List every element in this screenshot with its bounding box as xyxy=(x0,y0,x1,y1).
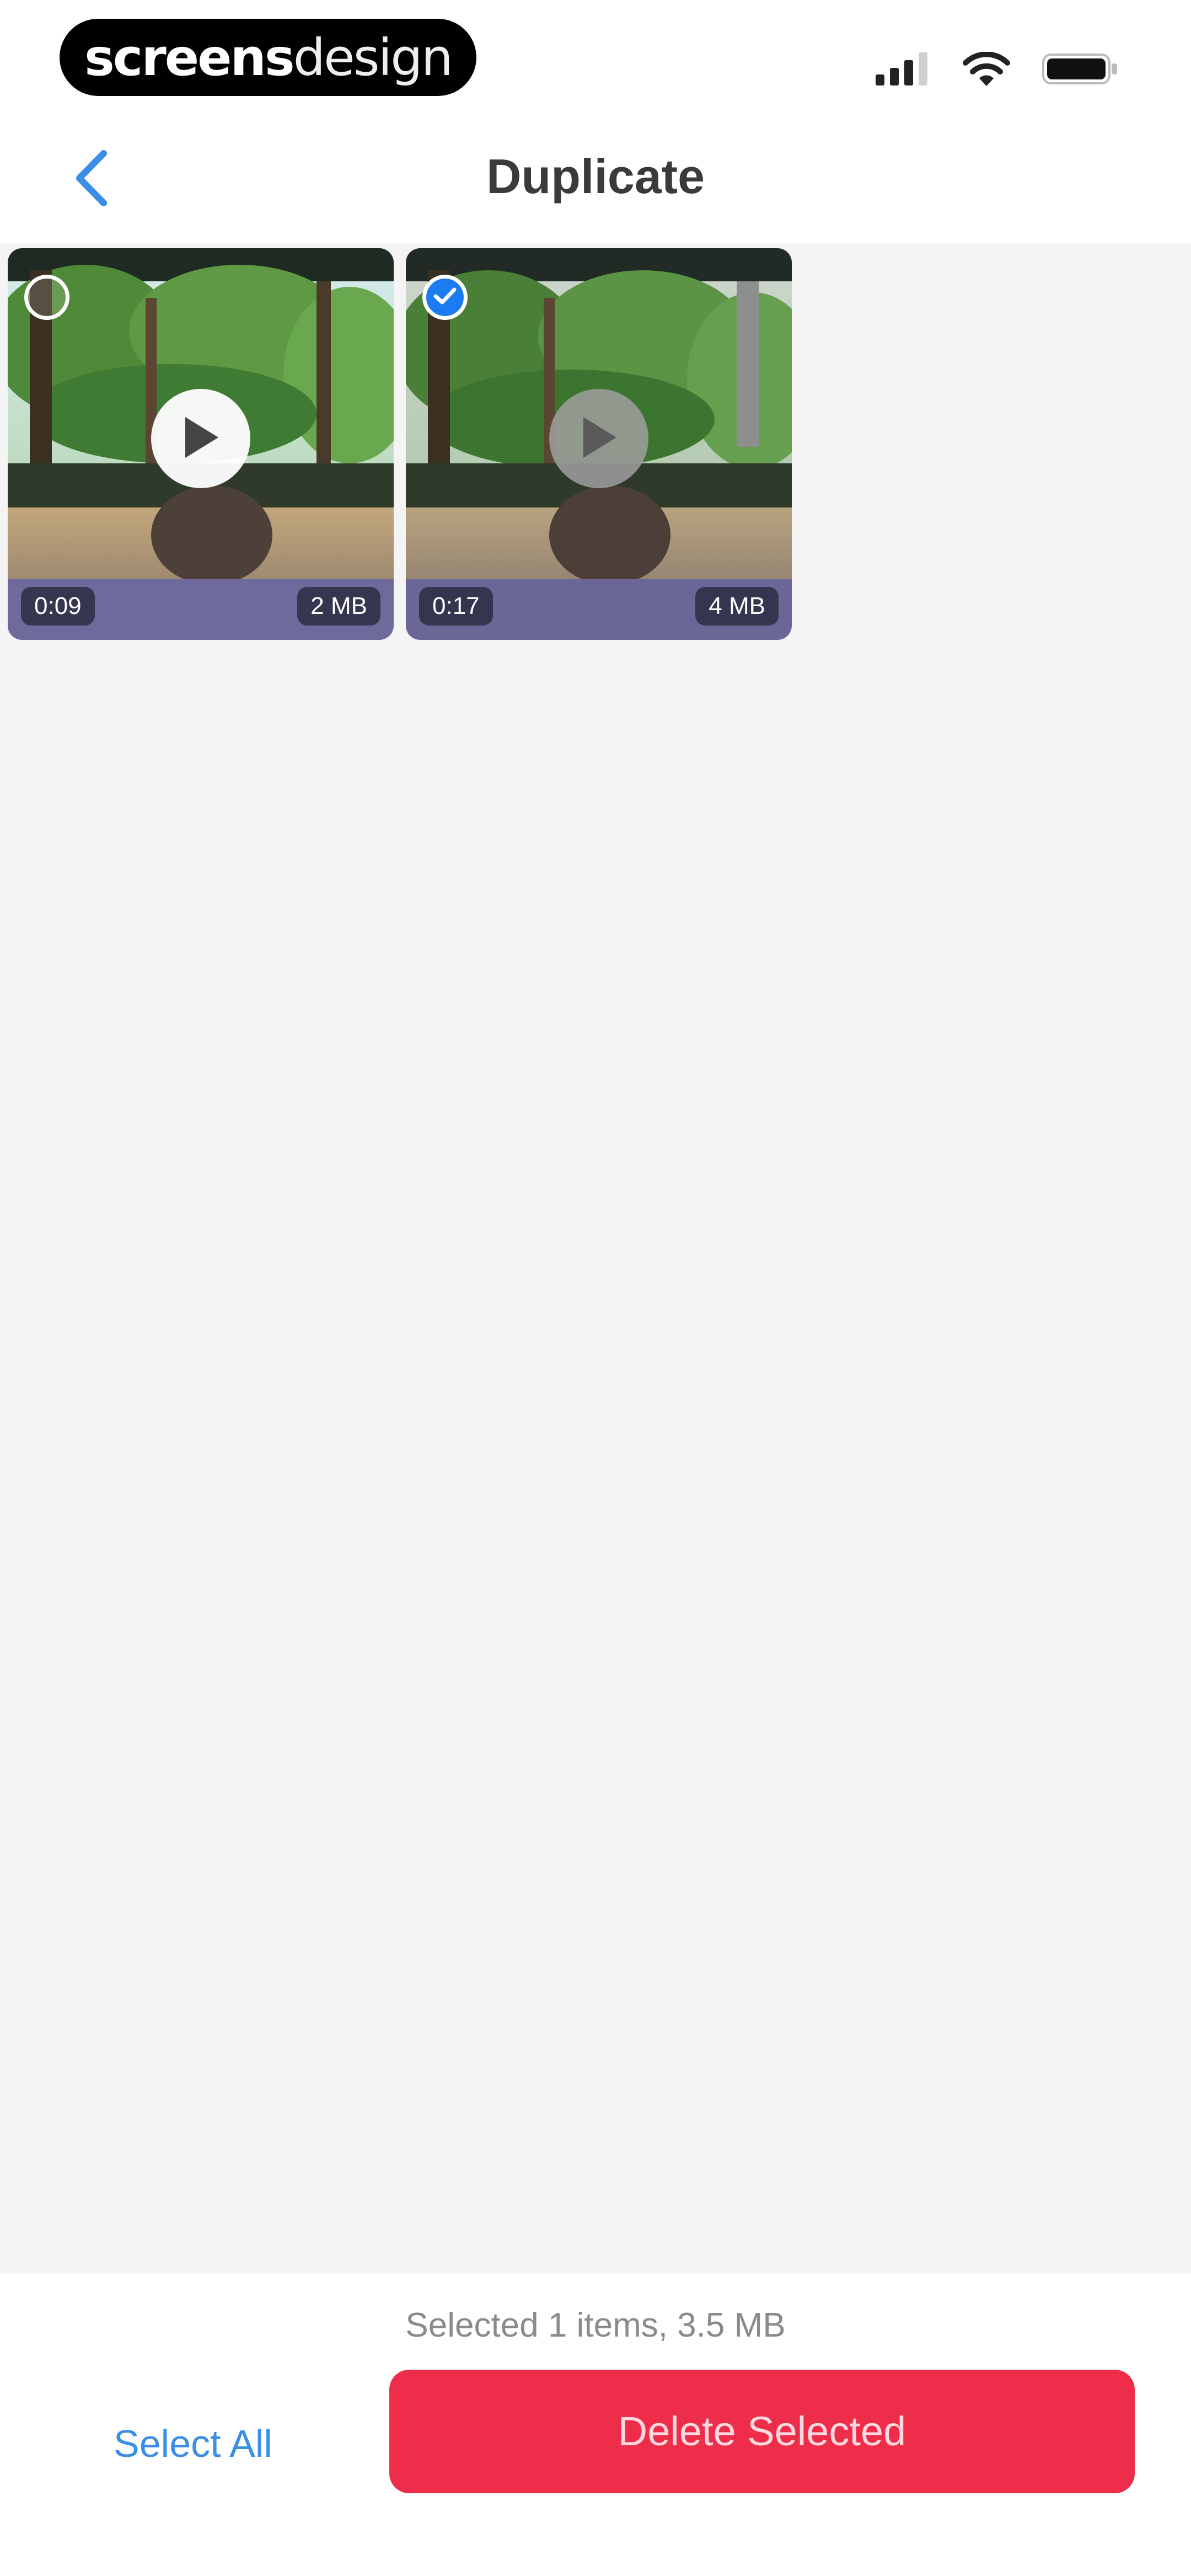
battery-icon xyxy=(1042,52,1119,85)
duplicate-grid-area: 0:09 2 MB 0:17 4 MB xyxy=(0,243,1191,2273)
play-icon xyxy=(179,414,223,464)
play-icon xyxy=(577,414,621,464)
wifi-icon xyxy=(963,52,1010,86)
status-bar: screensdesign xyxy=(0,0,1191,127)
select-checkbox[interactable] xyxy=(24,275,69,320)
select-checkbox-checked[interactable] xyxy=(422,275,468,320)
cellular-signal-icon xyxy=(876,52,931,85)
brand-logo-text: screensdesign xyxy=(84,28,453,87)
navigation-bar: Duplicate xyxy=(0,127,1191,243)
video-tile[interactable]: 0:17 4 MB xyxy=(406,248,792,640)
brand-logo: screensdesign xyxy=(60,19,476,96)
file-size-badge: 4 MB xyxy=(695,587,779,626)
delete-selected-button[interactable]: Delete Selected xyxy=(389,2370,1135,2493)
selection-summary: Selected 1 items, 3.5 MB xyxy=(405,2306,786,2344)
brand-logo-part2: design xyxy=(293,28,453,87)
bottom-action-bar: Selected 1 items, 3.5 MB Select All Dele… xyxy=(0,2273,1191,2576)
video-duration-badge: 0:17 xyxy=(419,587,493,626)
brand-logo-part1: screens xyxy=(84,28,295,87)
page-title: Duplicate xyxy=(486,149,705,204)
play-button[interactable] xyxy=(151,389,250,488)
select-all-button[interactable]: Select All xyxy=(83,2383,303,2504)
file-size-badge: 2 MB xyxy=(297,587,380,626)
play-button[interactable] xyxy=(549,389,648,488)
video-tile[interactable]: 0:09 2 MB xyxy=(8,248,394,640)
duplicate-grid: 0:09 2 MB 0:17 4 MB xyxy=(8,248,792,640)
video-duration-badge: 0:09 xyxy=(21,587,95,626)
checkmark-icon xyxy=(433,286,457,309)
status-icons xyxy=(876,50,1119,88)
